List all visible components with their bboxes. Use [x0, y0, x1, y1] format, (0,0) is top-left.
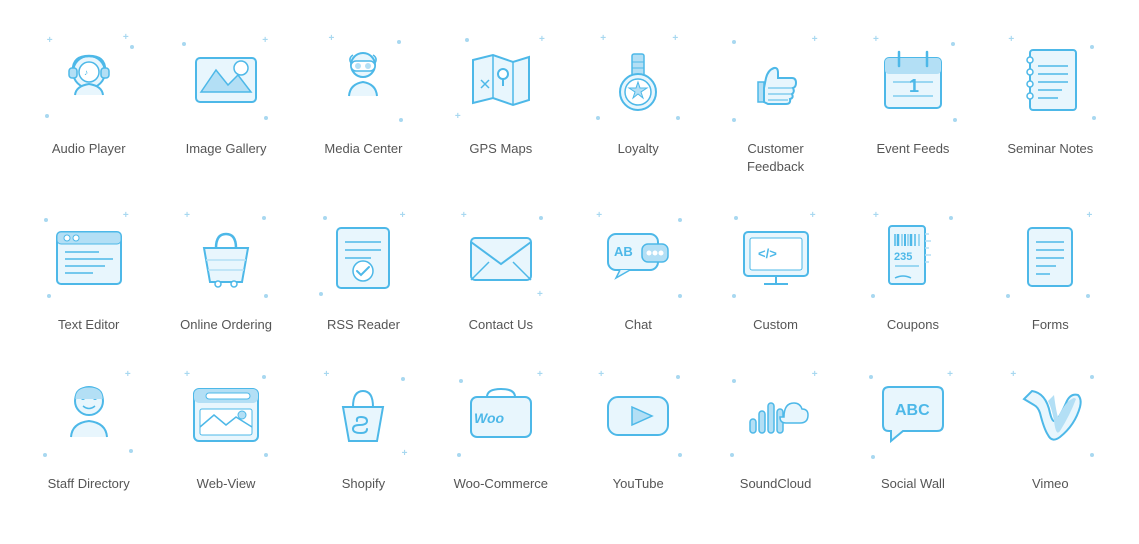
- svg-text:1: 1: [909, 76, 919, 96]
- item-seminar-notes[interactable]: + Seminar Notes: [982, 20, 1119, 186]
- svg-text:ABC: ABC: [895, 402, 930, 419]
- item-text-editor[interactable]: + Text Editor: [20, 196, 157, 344]
- label-custom: Custom: [753, 316, 798, 334]
- label-customer-feedback: Customer Feedback: [747, 140, 804, 176]
- label-online-ordering: Online Ordering: [180, 316, 272, 334]
- label-audio-player: Audio Player: [52, 140, 126, 158]
- label-vimeo: Vimeo: [1032, 475, 1069, 493]
- label-contact-us: Contact Us: [469, 316, 533, 334]
- widget-grid: + + ♪ Audio Player: [20, 20, 1119, 503]
- item-social-wall[interactable]: + ABC Social Wall: [844, 355, 981, 503]
- item-shopify[interactable]: + + Shopify: [295, 355, 432, 503]
- item-web-view[interactable]: + Web-View: [157, 355, 294, 503]
- label-youtube: YouTube: [613, 475, 664, 493]
- item-rss-reader[interactable]: + RSS Reader: [295, 196, 432, 344]
- item-staff-directory[interactable]: + Staff Directory: [20, 355, 157, 503]
- svg-text:</>: </>: [758, 246, 777, 261]
- label-event-feeds: Event Feeds: [876, 140, 949, 158]
- label-loyalty: Loyalty: [618, 140, 659, 158]
- item-gps-maps[interactable]: + + GPS Maps: [432, 20, 569, 186]
- label-seminar-notes: Seminar Notes: [1007, 140, 1093, 158]
- svg-text:♪: ♪: [84, 68, 88, 77]
- label-social-wall: Social Wall: [881, 475, 945, 493]
- item-soundcloud[interactable]: + SoundCloud: [707, 355, 844, 503]
- label-image-gallery: Image Gallery: [186, 140, 267, 158]
- svg-text:235: 235: [894, 251, 912, 263]
- label-soundcloud: SoundCloud: [740, 475, 812, 493]
- item-audio-player[interactable]: + + ♪ Audio Player: [20, 20, 157, 186]
- svg-text:AB: AB: [614, 244, 633, 259]
- item-custom[interactable]: + </> Custom: [707, 196, 844, 344]
- label-text-editor: Text Editor: [58, 316, 119, 334]
- label-woo-commerce: Woo-Commerce: [454, 475, 548, 493]
- label-coupons: Coupons: [887, 316, 939, 334]
- label-shopify: Shopify: [342, 475, 385, 493]
- label-rss-reader: RSS Reader: [327, 316, 400, 334]
- label-web-view: Web-View: [197, 475, 256, 493]
- item-youtube[interactable]: + YouTube: [570, 355, 707, 503]
- item-loyalty[interactable]: + + Loyalty: [570, 20, 707, 186]
- label-staff-directory: Staff Directory: [48, 475, 130, 493]
- label-media-center: Media Center: [324, 140, 402, 158]
- item-vimeo[interactable]: + Vimeo: [982, 355, 1119, 503]
- svg-text:Woo: Woo: [474, 410, 505, 426]
- item-media-center[interactable]: + Media Center: [295, 20, 432, 186]
- item-chat[interactable]: + AB Chat: [570, 196, 707, 344]
- label-gps-maps: GPS Maps: [469, 140, 532, 158]
- item-contact-us[interactable]: + + Contact Us: [432, 196, 569, 344]
- label-forms: Forms: [1032, 316, 1069, 334]
- item-event-feeds[interactable]: + 1 Event Feeds: [844, 20, 981, 186]
- item-image-gallery[interactable]: + Image Gallery: [157, 20, 294, 186]
- label-chat: Chat: [624, 316, 651, 334]
- item-online-ordering[interactable]: + Online Ordering: [157, 196, 294, 344]
- item-customer-feedback[interactable]: + Customer Feedback: [707, 20, 844, 186]
- item-forms[interactable]: + Forms: [982, 196, 1119, 344]
- item-woo-commerce[interactable]: + Woo Woo-Commerce: [432, 355, 569, 503]
- item-coupons[interactable]: + 235: [844, 196, 981, 344]
